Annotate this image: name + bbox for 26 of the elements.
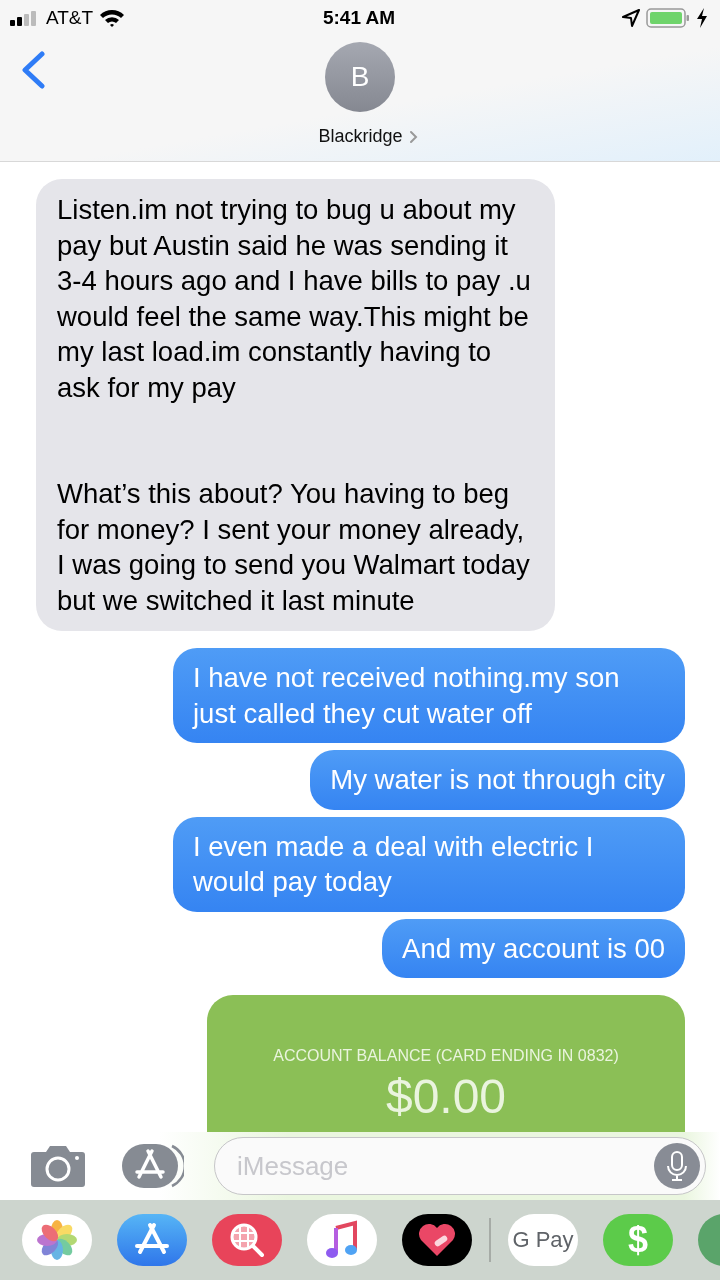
sent-message: And my account is 00 [382,918,685,978]
message-text: Listen.im not trying to bug u about my pay but Austin said he was sending it 3-4 hours ago and I have bills to pay .u would feel the same way.This might be my last load.im constantly having to ask for my pay [57,193,532,405]
music-note-icon[interactable] [307,1214,377,1266]
photos-app-icon[interactable] [22,1214,92,1266]
app-store-icon[interactable] [117,1214,187,1266]
app-store-icon[interactable] [122,1143,184,1189]
back-icon[interactable] [20,51,46,89]
google-pay-icon[interactable]: G Pay [508,1214,578,1266]
charging-icon [696,8,708,28]
message-text: What’s this about? You having to beg for money? I sent your money already, I was going to send you Walmart today but we switched it last minute [57,477,531,618]
location-icon [622,9,640,27]
heart-icon[interactable] [402,1214,472,1266]
sent-message: I have not received nothing.my son just called they cut water off [173,648,685,743]
sent-message: I even made a deal with electric I would pay today [173,816,685,912]
contact-name[interactable]: Blackridge [318,126,403,147]
carrier-name: AT&T [46,7,94,29]
sent-message: My water is not through city [310,750,685,810]
camera-icon[interactable] [30,1144,86,1188]
balance-label: ACCOUNT BALANCE (CARD ENDING IN 0832) [273,1047,619,1065]
battery-icon [646,8,690,28]
chevron-icon [408,129,418,144]
wifi-icon [99,8,126,28]
balance-amount: $0.00 [385,1069,507,1124]
status-time: 5:41 AM [322,7,396,29]
globe-search-icon[interactable] [212,1214,282,1266]
microphone-icon[interactable] [654,1143,700,1189]
